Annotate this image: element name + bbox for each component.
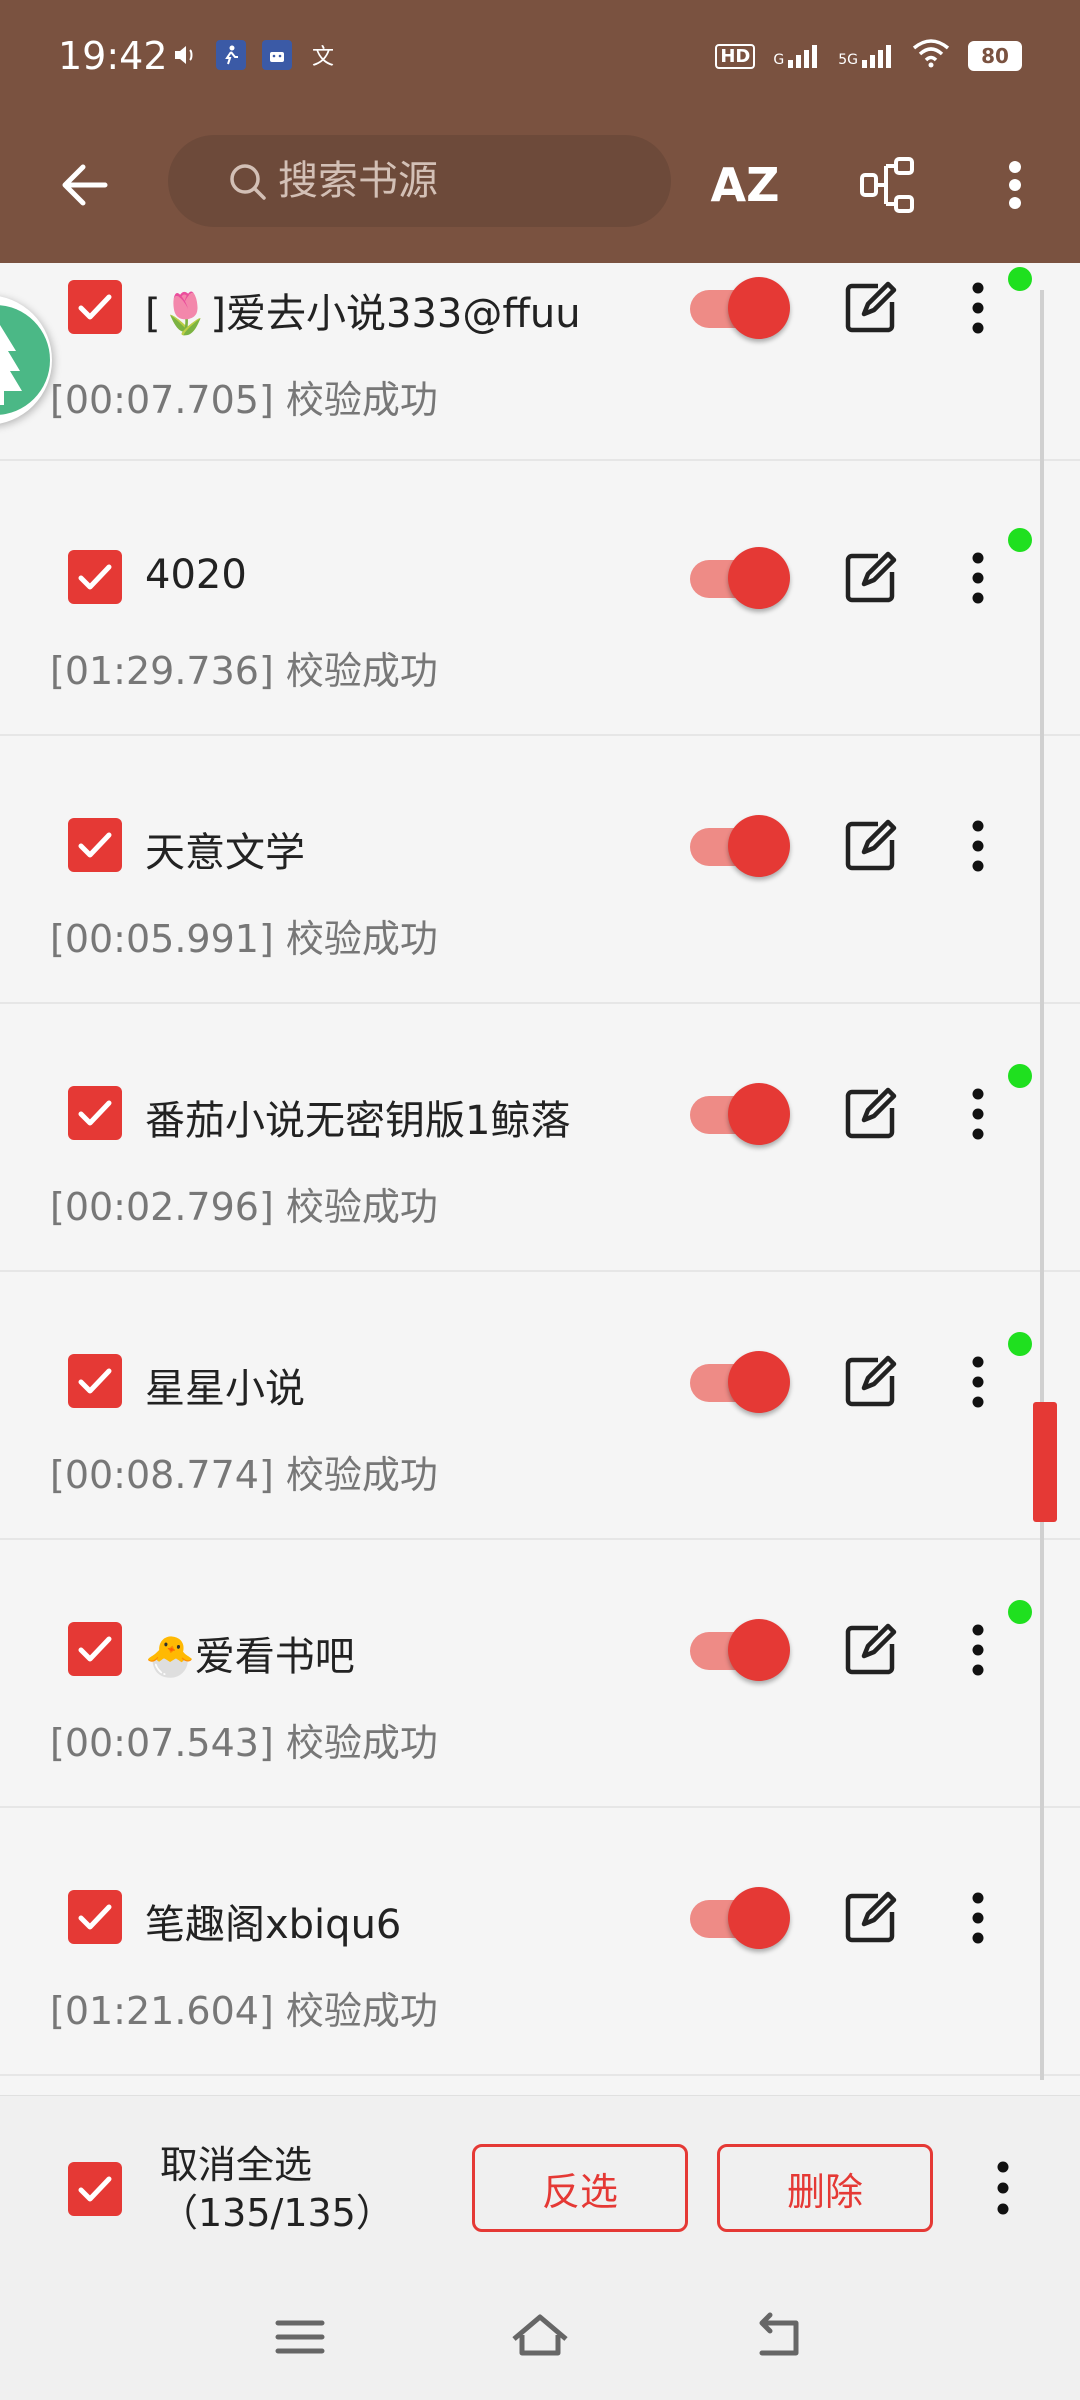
row-checkbox[interactable] — [68, 1086, 122, 1140]
list-item[interactable]: 4020 [01:29.736] 校验成功 — [0, 468, 1080, 736]
recent-apps-icon[interactable] — [268, 2305, 332, 2369]
source-name: 笔趣阁xbiqu6 — [145, 1902, 402, 1948]
list-item[interactable]: 星星小说 [00:08.774] 校验成功 — [0, 1272, 1080, 1540]
runner-app-icon — [216, 40, 246, 70]
source-status: [01:29.736] 校验成功 — [50, 649, 438, 693]
more-vert-icon[interactable] — [960, 1620, 996, 1680]
edit-icon[interactable] — [840, 1084, 900, 1144]
invert-selection-button[interactable]: 反选 — [472, 2144, 688, 2232]
list-item[interactable]: 天意文学 [00:05.991] 校验成功 — [0, 736, 1080, 1004]
wifi-icon — [912, 38, 950, 74]
source-list[interactable]: [🌷]爱去小说333@ffuu [00:07.705] 校验成功 4020 [0… — [0, 263, 1080, 2090]
deselect-all-text: 取消全选 — [160, 2143, 313, 2187]
list-item[interactable]: 🐣爱看书吧 [00:07.543] 校验成功 — [0, 1540, 1080, 1808]
top-app-bar: 19:42 文 HD G 5G 80 搜索书源 AZ — [0, 0, 1080, 263]
source-name: 番茄小说无密钥版1鲸落 — [145, 1098, 571, 1144]
online-dot — [1008, 1600, 1032, 1624]
status-bar: 19:42 文 HD G 5G 80 — [0, 0, 1080, 115]
signal-5g-icon: 5G — [838, 44, 894, 68]
more-vert-icon[interactable] — [960, 1084, 996, 1144]
row-checkbox[interactable] — [68, 1354, 122, 1408]
source-status: [00:08.774] 校验成功 — [50, 1453, 438, 1497]
overflow-menu-button[interactable] — [975, 145, 1055, 225]
enable-toggle[interactable] — [690, 1615, 790, 1685]
enable-toggle[interactable] — [690, 543, 790, 613]
edit-icon[interactable] — [840, 278, 900, 338]
source-status: [00:07.705] 校验成功 — [50, 378, 438, 422]
volume-icon — [170, 40, 200, 70]
status-left-icons: 文 — [170, 40, 338, 70]
list-item[interactable]: 番茄小说无密钥版1鲸落 [00:02.796] 校验成功 — [0, 1004, 1080, 1272]
enable-toggle[interactable] — [690, 1347, 790, 1417]
home-icon[interactable] — [508, 2305, 572, 2369]
edit-icon[interactable] — [840, 1888, 900, 1948]
selection-bar: 取消全选 （135/135） 反选 删除 — [0, 2095, 1080, 2270]
row-checkbox[interactable] — [68, 818, 122, 872]
pinyin-icon: 文 — [311, 45, 334, 70]
row-checkbox[interactable] — [68, 1622, 122, 1676]
source-name: 星星小说 — [145, 1366, 305, 1412]
more-vert-icon[interactable] — [960, 1352, 996, 1412]
sort-az-icon: AZ — [710, 158, 780, 212]
book-source-manager-screen: 19:42 文 HD G 5G 80 搜索书源 AZ [🌷]爱去小说333@ff… — [0, 0, 1080, 2400]
more-vert-icon[interactable] — [960, 278, 996, 338]
search-icon — [230, 164, 266, 200]
list-item[interactable]: [🌷]爱去小说333@ffuu [00:07.705] 校验成功 — [0, 263, 1080, 461]
toolbar: AZ — [0, 115, 1080, 263]
select-all-checkbox[interactable] — [68, 2162, 122, 2216]
group-button[interactable] — [848, 145, 928, 225]
online-dot — [1008, 1064, 1032, 1088]
android-app-icon — [262, 40, 292, 70]
more-vert-icon[interactable] — [960, 816, 996, 876]
group-icon — [860, 157, 914, 213]
delete-button[interactable]: 删除 — [717, 2144, 933, 2232]
battery-icon: 80 — [968, 41, 1022, 71]
source-status: [00:05.991] 校验成功 — [50, 917, 438, 961]
source-status: [00:02.796] 校验成功 — [50, 1185, 438, 1229]
row-checkbox[interactable] — [68, 280, 122, 334]
source-name: 天意文学 — [145, 830, 305, 876]
source-name: [🌷]爱去小说333@ffuu — [145, 291, 581, 337]
enable-toggle[interactable] — [690, 1883, 790, 1953]
list-item[interactable]: 笔趣阁xbiqu6 [01:21.604] 校验成功 — [0, 1808, 1080, 2076]
row-checkbox[interactable] — [68, 550, 122, 604]
more-vert-icon — [1009, 161, 1021, 209]
status-right-icons: HD G 5G 80 — [715, 38, 1022, 74]
more-vert-icon[interactable] — [985, 2156, 1021, 2220]
back-icon[interactable] — [748, 2305, 812, 2369]
source-name: 4020 — [145, 552, 247, 598]
sort-az-button[interactable]: AZ — [705, 145, 785, 225]
online-dot — [1008, 1332, 1032, 1356]
more-vert-icon[interactable] — [960, 1888, 996, 1948]
scrollbar-thumb[interactable] — [1033, 1402, 1057, 1522]
back-arrow-icon[interactable] — [55, 155, 115, 215]
enable-toggle[interactable] — [690, 811, 790, 881]
source-name: 🐣爱看书吧 — [145, 1634, 355, 1680]
hd-voice-icon: HD — [715, 43, 756, 69]
source-status: [00:07.543] 校验成功 — [50, 1721, 438, 1765]
source-status: [01:21.604] 校验成功 — [50, 1989, 438, 2033]
edit-icon[interactable] — [840, 1620, 900, 1680]
online-dot — [1008, 267, 1032, 291]
online-dot — [1008, 528, 1032, 552]
edit-icon[interactable] — [840, 1352, 900, 1412]
row-checkbox[interactable] — [68, 1890, 122, 1944]
search-box[interactable] — [168, 135, 671, 227]
edit-icon[interactable] — [840, 816, 900, 876]
status-time: 19:42 — [58, 34, 168, 78]
search-input[interactable] — [278, 158, 638, 204]
scrollbar-track — [1040, 290, 1044, 2080]
system-nav-bar — [0, 2270, 1080, 2400]
more-vert-icon[interactable] — [960, 548, 996, 608]
select-all-label: 取消全选 （135/135） — [160, 2141, 394, 2237]
selection-count: （135/135） — [160, 2191, 394, 2235]
enable-toggle[interactable] — [690, 273, 790, 343]
edit-icon[interactable] — [840, 548, 900, 608]
enable-toggle[interactable] — [690, 1079, 790, 1149]
signal-icon: G — [773, 44, 820, 68]
